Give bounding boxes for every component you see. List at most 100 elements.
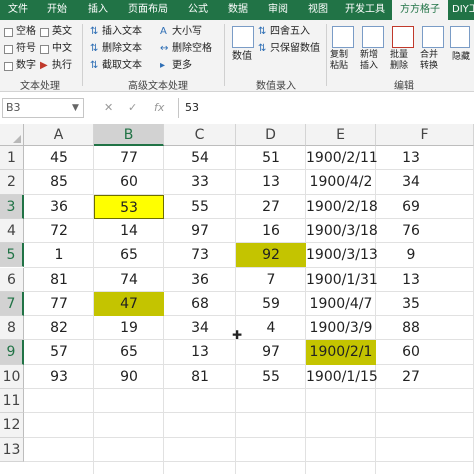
tab-view[interactable]: 视图: [298, 0, 338, 20]
cell-a5[interactable]: 1: [24, 243, 94, 267]
column-header-f[interactable]: F: [376, 124, 474, 146]
row-header-10[interactable]: 10: [0, 364, 24, 389]
cell-c4[interactable]: 97: [164, 219, 236, 243]
cell-d4[interactable]: 16: [236, 219, 306, 243]
cell-d3[interactable]: 27: [236, 195, 306, 219]
cell-a7[interactable]: 77: [24, 292, 94, 316]
cell-a8[interactable]: 82: [24, 316, 94, 340]
checkbox-space[interactable]: [4, 28, 13, 37]
cell-b5[interactable]: 65: [94, 243, 164, 267]
cell-d5[interactable]: 92: [236, 243, 306, 268]
column-header-d[interactable]: D: [236, 124, 306, 146]
case-button[interactable]: 大小写: [172, 25, 202, 39]
cell-a3[interactable]: 36: [24, 195, 94, 219]
cell-c2[interactable]: 33: [164, 170, 236, 194]
cell-e7[interactable]: 1900/4/7: [306, 292, 376, 316]
keep-number-button[interactable]: 只保留数值: [270, 42, 320, 56]
cell-d6[interactable]: 7: [236, 268, 306, 292]
column-header-a[interactable]: A: [24, 124, 94, 146]
merge-convert-button[interactable]: 合并转换: [420, 50, 446, 72]
row-header-9[interactable]: 9: [0, 340, 24, 365]
cell-c5[interactable]: 73: [164, 243, 236, 267]
checkbox-symbol[interactable]: [4, 45, 13, 54]
delete-space-button[interactable]: 删除空格: [172, 42, 212, 56]
cell-f9[interactable]: 60: [376, 340, 446, 364]
tab-file[interactable]: 文件: [0, 0, 36, 20]
delete-text-button[interactable]: 删除文本: [102, 42, 142, 56]
insert-text-button[interactable]: 插入文本: [102, 25, 142, 39]
cell-b6[interactable]: 74: [94, 268, 164, 292]
row-header-3[interactable]: 3: [0, 194, 24, 219]
row-header-8[interactable]: 8: [0, 316, 24, 341]
cell-c7[interactable]: 68: [164, 292, 236, 316]
cell-a4[interactable]: 72: [24, 219, 94, 243]
column-header-b[interactable]: B: [94, 124, 164, 146]
batch-delete-button[interactable]: 批量删除: [390, 50, 416, 72]
cell-a2[interactable]: 85: [24, 170, 94, 194]
checkbox-english[interactable]: [40, 28, 49, 37]
cell-f3[interactable]: 69: [376, 195, 446, 219]
cell-f7[interactable]: 35: [376, 292, 446, 316]
cell-c1[interactable]: 54: [164, 146, 236, 170]
cell-e4[interactable]: 1900/3/18: [306, 219, 378, 243]
row-header-11[interactable]: 11: [0, 389, 24, 414]
cell-c10[interactable]: 81: [164, 365, 236, 389]
tab-formulas[interactable]: 公式: [178, 0, 218, 20]
cell-c6[interactable]: 36: [164, 268, 236, 292]
cell-d7[interactable]: 59: [236, 292, 306, 316]
row-header-4[interactable]: 4: [0, 218, 24, 244]
formula-input[interactable]: 53: [178, 98, 474, 118]
extract-text-button[interactable]: 截取文本: [102, 59, 142, 73]
tab-developer[interactable]: 开发工具: [338, 0, 392, 20]
row-header-5[interactable]: 5: [0, 243, 24, 268]
cell-f4[interactable]: 76: [376, 219, 446, 243]
tab-page-layout[interactable]: 页面布局: [118, 0, 178, 20]
cell-c8[interactable]: 34: [164, 316, 236, 340]
new-insert-button[interactable]: 新增插入: [360, 50, 386, 72]
tab-review[interactable]: 审阅: [258, 0, 298, 20]
cell-f5[interactable]: 9: [376, 243, 446, 267]
cell-a6[interactable]: 81: [24, 268, 94, 292]
cell-d9[interactable]: 97: [236, 340, 306, 364]
row-header-1[interactable]: 1: [0, 146, 24, 171]
name-box-dropdown-icon[interactable]: ▼: [72, 98, 79, 118]
cell-f6[interactable]: 13: [376, 268, 446, 292]
cell-b9[interactable]: 65: [94, 340, 164, 364]
cell-b1[interactable]: 77: [94, 146, 164, 170]
cell-e5[interactable]: 1900/3/13: [306, 243, 378, 267]
cell-b3[interactable]: 53: [94, 194, 164, 219]
enter-icon[interactable]: ✓: [128, 98, 137, 118]
cell-d10[interactable]: 55: [236, 365, 306, 389]
cell-f8[interactable]: 88: [376, 316, 446, 340]
checkbox-number[interactable]: [4, 62, 13, 71]
round-button[interactable]: 四舍五入: [270, 25, 310, 39]
cell-b10[interactable]: 90: [94, 365, 164, 389]
cell-b8[interactable]: 19: [94, 316, 164, 340]
cell-d1[interactable]: 51: [236, 146, 306, 170]
execute-button[interactable]: 执行: [52, 59, 72, 73]
cancel-icon[interactable]: ✕: [104, 98, 113, 118]
cell-b7[interactable]: 47: [94, 291, 164, 317]
tab-home[interactable]: 开始: [36, 0, 78, 20]
cell-c3[interactable]: 55: [164, 195, 236, 219]
cell-e1[interactable]: 1900/2/11: [306, 146, 378, 170]
cell-a9[interactable]: 57: [24, 340, 94, 364]
row-header-2[interactable]: 2: [0, 170, 24, 195]
cell-e10[interactable]: 1900/1/15: [306, 365, 378, 389]
hide-button[interactable]: 隐藏: [452, 50, 470, 64]
cell-a10[interactable]: 93: [24, 365, 94, 389]
row-header-12[interactable]: 12: [0, 413, 24, 438]
cell-f1[interactable]: 13: [376, 146, 446, 170]
row-header-6[interactable]: 6: [0, 267, 24, 292]
tab-insert[interactable]: 插入: [78, 0, 118, 20]
cell-f2[interactable]: 34: [376, 170, 446, 194]
tab-data[interactable]: 数据: [218, 0, 258, 20]
cell-c9[interactable]: 13: [164, 340, 236, 364]
value-button[interactable]: 数值: [232, 50, 252, 64]
cell-b2[interactable]: 60: [94, 170, 164, 194]
tab-diy-tools[interactable]: DIY工具: [448, 0, 474, 20]
cell-e3[interactable]: 1900/2/18: [306, 195, 378, 219]
column-header-e[interactable]: E: [306, 124, 376, 146]
cell-a1[interactable]: 45: [24, 146, 94, 170]
cell-e2[interactable]: 1900/4/2: [306, 170, 376, 194]
